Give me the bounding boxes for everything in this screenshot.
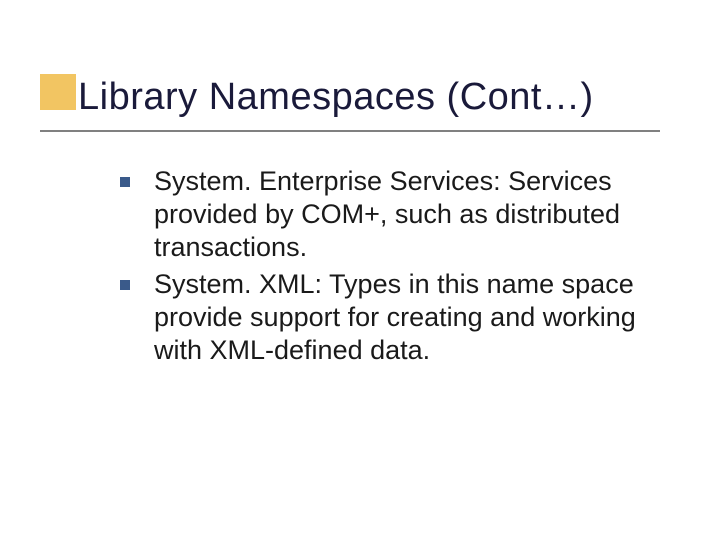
title-underline — [40, 130, 660, 132]
bullet-text: System. Enterprise Services: Services pr… — [154, 166, 620, 262]
bullet-text: System. XML: Types in this name space pr… — [154, 269, 636, 365]
title-accent-box — [40, 74, 76, 110]
content-area: System. Enterprise Services: Services pr… — [120, 165, 660, 371]
bullet-item: System. XML: Types in this name space pr… — [120, 268, 660, 367]
bullet-icon — [120, 177, 130, 187]
slide: Library Namespaces (Cont…) System. Enter… — [0, 0, 720, 540]
slide-title: Library Namespaces (Cont…) — [78, 78, 594, 118]
bullet-icon — [120, 280, 130, 290]
bullet-item: System. Enterprise Services: Services pr… — [120, 165, 660, 264]
